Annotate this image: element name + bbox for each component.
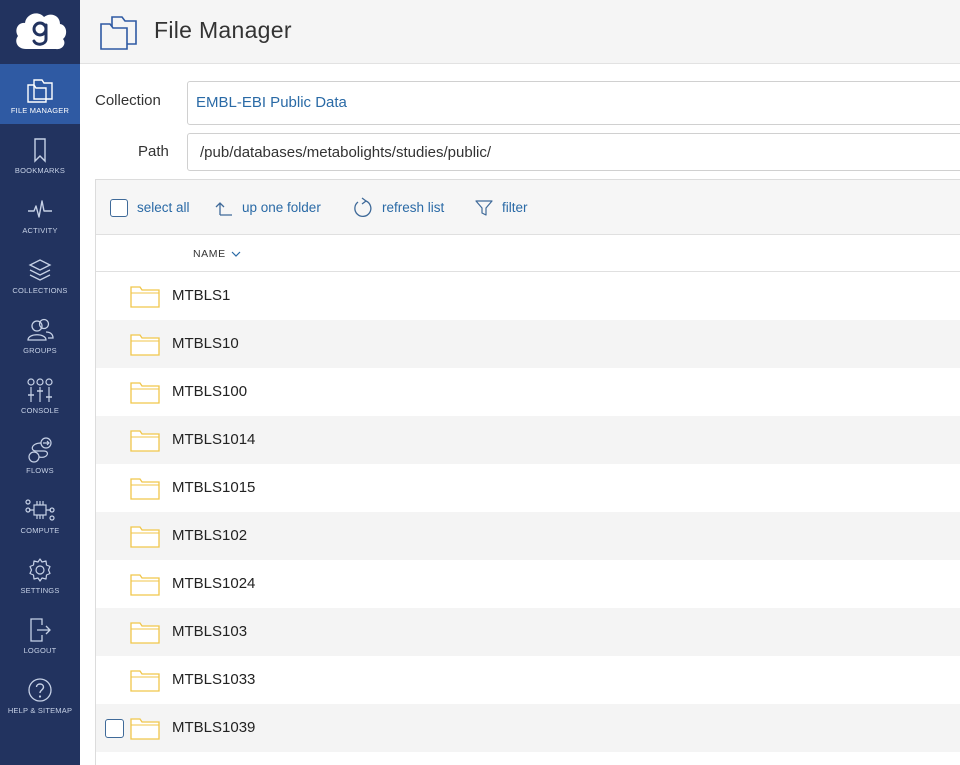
sidebar-item-label: FLOWS (26, 466, 54, 475)
file-name: MTBLS1024 (172, 575, 256, 592)
table-row[interactable]: MTBLS1015 (96, 464, 960, 512)
path-input[interactable]: /pub/databases/metabolights/studies/publ… (187, 133, 960, 171)
console-icon (27, 378, 53, 402)
path-value: /pub/databases/metabolights/studies/publ… (200, 144, 492, 161)
table-header: NAME (96, 235, 960, 272)
file-name: MTBLS1014 (172, 431, 256, 448)
table-row[interactable] (96, 752, 960, 765)
up-one-folder-label: up one folder (242, 200, 321, 215)
groups-icon (27, 318, 54, 341)
bookmark-icon (34, 138, 46, 163)
table-row[interactable]: MTBLS10 (96, 320, 960, 368)
sidebar-item-activity[interactable]: ACTIVITY (0, 184, 80, 244)
logout-icon (30, 618, 51, 642)
table-row[interactable]: MTBLS1 (96, 272, 960, 320)
chevron-down-icon (231, 251, 241, 257)
page-header: File Manager (80, 0, 960, 64)
sidebar-item-label: COMPUTE (20, 526, 60, 535)
file-manager-icon (27, 79, 53, 103)
sidebar-item-label: HELP & SITEMAP (7, 706, 73, 715)
table-row[interactable]: MTBLS1033 (96, 656, 960, 704)
filter-button[interactable]: filter (475, 180, 528, 235)
file-name: MTBLS102 (172, 527, 248, 544)
select-all-button[interactable]: select all (110, 180, 190, 235)
sidebar-item-label: SETTINGS (20, 586, 60, 595)
globus-logo[interactable] (0, 0, 80, 64)
file-name: MTBLS1039 (172, 719, 256, 736)
collection-value: EMBL-EBI Public Data (196, 94, 347, 111)
filter-label: filter (502, 200, 528, 215)
folder-icon (130, 716, 160, 745)
file-manager-header-icon (100, 16, 137, 50)
sidebar-item-collections[interactable]: COLLECTIONS (0, 244, 80, 304)
select-all-label: select all (137, 200, 190, 215)
sidebar-item-label: COLLECTIONS (12, 286, 68, 295)
sidebar-item-compute[interactable]: COMPUTE (0, 484, 80, 544)
file-name: MTBLS1033 (172, 671, 256, 688)
folder-icon (130, 428, 160, 457)
sidebar-item-console[interactable]: CONSOLE (0, 364, 80, 424)
folder-icon (130, 620, 160, 649)
sidebar-item-settings[interactable]: SETTINGS (0, 544, 80, 604)
sidebar-item-bookmarks[interactable]: BOOKMARKS (0, 124, 80, 184)
sidebar-item-label: GROUPS (23, 346, 57, 355)
table-row[interactable]: MTBLS100 (96, 368, 960, 416)
filter-icon (475, 199, 493, 216)
file-manager-header-icon-wrap (98, 12, 140, 57)
folder-icon (130, 284, 160, 313)
name-column-header[interactable]: NAME (193, 248, 242, 260)
sidebar-item-label: ACTIVITY (22, 226, 58, 235)
sidebar-item-groups[interactable]: GROUPS (0, 304, 80, 364)
page-title: File Manager (154, 17, 292, 43)
file-name: MTBLS103 (172, 623, 248, 640)
collections-icon (28, 259, 52, 281)
row-checkbox[interactable] (105, 719, 124, 738)
up-one-folder-button[interactable]: up one folder (213, 180, 321, 235)
folder-icon (130, 524, 160, 553)
refresh-list-button[interactable]: refresh list (353, 180, 444, 235)
compute-icon (25, 499, 55, 521)
file-list-panel: select all up one folder refresh list fi… (95, 179, 960, 765)
folder-icon (130, 668, 160, 697)
file-name: MTBLS1015 (172, 479, 256, 496)
file-name: MTBLS100 (172, 383, 248, 400)
table-row[interactable]: MTBLS1039 (96, 704, 960, 752)
collection-input[interactable]: EMBL-EBI Public Data (187, 81, 960, 125)
folder-icon (130, 476, 160, 505)
select-all-checkbox[interactable] (110, 198, 128, 217)
sidebar-item-help[interactable]: HELP & SITEMAP (0, 664, 80, 724)
path-label: Path (138, 143, 169, 160)
sidebar-item-label: BOOKMARKS (14, 166, 66, 175)
folder-icon (130, 572, 160, 601)
table-row[interactable]: MTBLS1014 (96, 416, 960, 464)
sidebar-item-label: LOGOUT (23, 646, 57, 655)
folder-icon (130, 380, 160, 409)
file-toolbar: select all up one folder refresh list fi… (96, 180, 960, 235)
sidebar-item-label: FILE MANAGER (10, 106, 70, 115)
refresh-icon (354, 196, 372, 217)
folder-icon (130, 332, 160, 361)
sidebar-item-flows[interactable]: FLOWS (0, 424, 80, 484)
sidebar-item-logout[interactable]: LOGOUT (0, 604, 80, 664)
name-column-label: NAME (193, 248, 226, 260)
up-folder-icon (215, 201, 232, 216)
table-row[interactable]: MTBLS1024 (96, 560, 960, 608)
help-icon (28, 678, 52, 702)
flows-icon (28, 437, 52, 463)
table-row[interactable]: MTBLS103 (96, 608, 960, 656)
globus-logo-icon (16, 13, 67, 50)
activity-icon (28, 200, 52, 218)
sidebar: FILE MANAGER BOOKMARKS ACTIVITY COLLECTI… (0, 0, 80, 765)
file-name: MTBLS1 (172, 287, 231, 304)
sidebar-item-label: CONSOLE (20, 406, 60, 415)
gear-icon (29, 558, 51, 582)
file-name: MTBLS10 (172, 335, 239, 352)
table-row[interactable]: MTBLS102 (96, 512, 960, 560)
refresh-list-label: refresh list (382, 200, 445, 215)
collection-label: Collection (95, 92, 161, 109)
sidebar-item-file-manager[interactable]: FILE MANAGER (0, 64, 80, 124)
